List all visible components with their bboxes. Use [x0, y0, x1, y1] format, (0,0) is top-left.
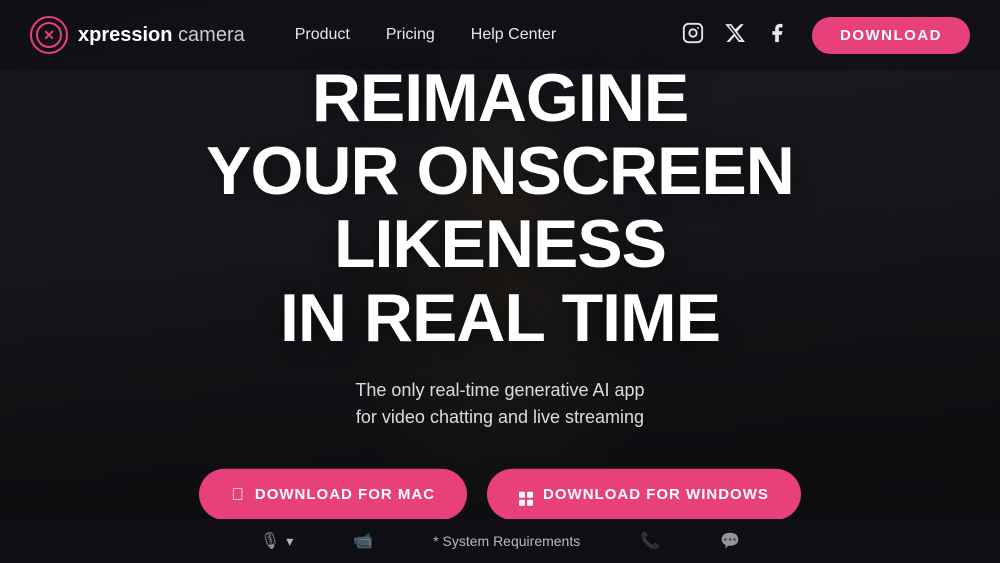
mic-dropdown: ▾: [286, 533, 293, 550]
windows-icon: [519, 483, 533, 506]
nav-links: Product Pricing Help Center: [295, 26, 682, 44]
nav-help-center[interactable]: Help Center: [471, 26, 556, 44]
mic-icon: 🎙: [260, 531, 280, 551]
bottom-bar-phone[interactable]: 📞: [640, 531, 660, 551]
twitter-icon[interactable]: [724, 22, 746, 49]
hero-title: REIMAGINE YOUR ONSCREEN LIKENESS IN REAL…: [100, 61, 900, 355]
social-icons: [682, 22, 788, 49]
cta-buttons:  DOWNLOAD FOR MAC DOWNLOAD FOR WINDOWS: [100, 469, 900, 520]
nav-product[interactable]: Product: [295, 26, 350, 44]
bottom-bar: 🎙 ▾ 📹 * System Requirements 📞 💬: [0, 519, 1000, 563]
chat-icon: 💬: [720, 531, 740, 551]
apple-icon: : [231, 485, 245, 505]
system-req-label: * System Requirements: [433, 533, 580, 549]
download-mac-button[interactable]:  DOWNLOAD FOR MAC: [199, 469, 467, 520]
camera-icon: 📹: [353, 531, 373, 551]
hero-content: REIMAGINE YOUR ONSCREEN LIKENESS IN REAL…: [100, 61, 900, 520]
phone-icon: 📞: [640, 531, 660, 551]
download-windows-button[interactable]: DOWNLOAD FOR WINDOWS: [487, 469, 801, 520]
bottom-bar-chat[interactable]: 💬: [720, 531, 740, 551]
bottom-bar-camera[interactable]: 📹: [353, 531, 373, 551]
hero-subtitle: The only real-time generative AI app for…: [100, 377, 900, 431]
nav-download-button[interactable]: DOWNLOAD: [812, 17, 970, 54]
bottom-bar-mic[interactable]: 🎙 ▾: [260, 531, 293, 551]
facebook-icon[interactable]: [766, 22, 788, 49]
navbar: ✕ xpression camera Product Pricing Help …: [0, 0, 1000, 70]
logo-area[interactable]: ✕ xpression camera: [30, 16, 245, 54]
instagram-icon[interactable]: [682, 22, 704, 49]
nav-pricing[interactable]: Pricing: [386, 26, 435, 44]
logo-icon: ✕: [30, 16, 68, 54]
logo-text: xpression camera: [78, 24, 245, 47]
bottom-bar-system-req[interactable]: * System Requirements: [433, 533, 580, 549]
